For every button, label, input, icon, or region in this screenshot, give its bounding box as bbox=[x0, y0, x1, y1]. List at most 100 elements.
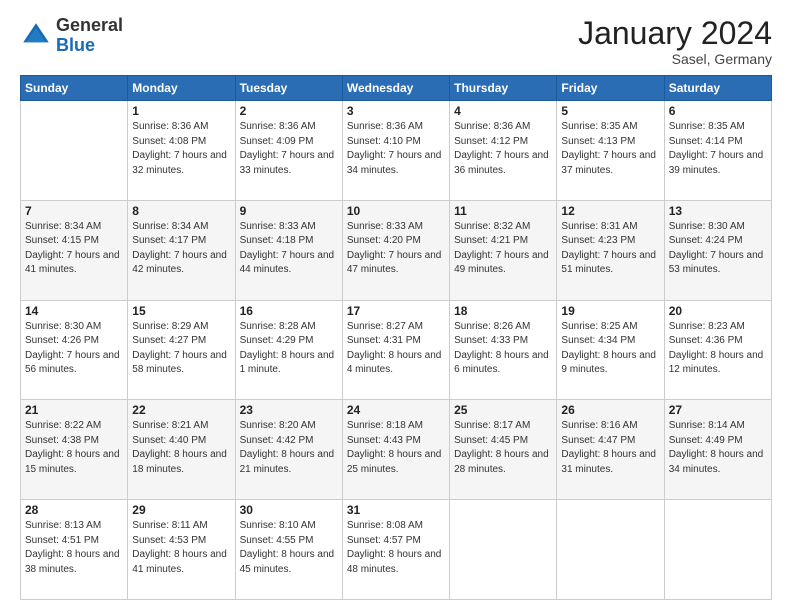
day-info: Sunrise: 8:35 AMSunset: 4:13 PMDaylight:… bbox=[561, 120, 659, 178]
day-number: 21 bbox=[25, 403, 123, 417]
day-info: Sunrise: 8:10 AMSunset: 4:55 PMDaylight:… bbox=[240, 519, 338, 577]
cell-0-4: 4 Sunrise: 8:36 AMSunset: 4:12 PMDayligh… bbox=[450, 101, 557, 201]
day-info: Sunrise: 8:35 AMSunset: 4:14 PMDaylight:… bbox=[669, 120, 767, 178]
day-info: Sunrise: 8:29 AMSunset: 4:27 PMDaylight:… bbox=[132, 320, 230, 378]
day-number: 4 bbox=[454, 104, 552, 118]
day-number: 17 bbox=[347, 304, 445, 318]
day-info: Sunrise: 8:32 AMSunset: 4:21 PMDaylight:… bbox=[454, 220, 552, 278]
day-info: Sunrise: 8:26 AMSunset: 4:33 PMDaylight:… bbox=[454, 320, 552, 378]
col-sunday: Sunday bbox=[21, 76, 128, 101]
day-info: Sunrise: 8:36 AMSunset: 4:10 PMDaylight:… bbox=[347, 120, 445, 178]
title-block: January 2024 Sasel, Germany bbox=[578, 16, 772, 67]
day-number: 29 bbox=[132, 503, 230, 517]
day-number: 15 bbox=[132, 304, 230, 318]
day-info: Sunrise: 8:17 AMSunset: 4:45 PMDaylight:… bbox=[454, 419, 552, 477]
page: General Blue January 2024 Sasel, Germany… bbox=[0, 0, 792, 612]
day-number: 7 bbox=[25, 204, 123, 218]
cell-4-1: 29 Sunrise: 8:11 AMSunset: 4:53 PMDaylig… bbox=[128, 500, 235, 600]
cell-4-3: 31 Sunrise: 8:08 AMSunset: 4:57 PMDaylig… bbox=[342, 500, 449, 600]
cell-4-2: 30 Sunrise: 8:10 AMSunset: 4:55 PMDaylig… bbox=[235, 500, 342, 600]
col-tuesday: Tuesday bbox=[235, 76, 342, 101]
day-info: Sunrise: 8:11 AMSunset: 4:53 PMDaylight:… bbox=[132, 519, 230, 577]
day-info: Sunrise: 8:36 AMSunset: 4:09 PMDaylight:… bbox=[240, 120, 338, 178]
cell-3-6: 27 Sunrise: 8:14 AMSunset: 4:49 PMDaylig… bbox=[664, 400, 771, 500]
cell-2-3: 17 Sunrise: 8:27 AMSunset: 4:31 PMDaylig… bbox=[342, 300, 449, 400]
day-info: Sunrise: 8:31 AMSunset: 4:23 PMDaylight:… bbox=[561, 220, 659, 278]
week-row-2: 14 Sunrise: 8:30 AMSunset: 4:26 PMDaylig… bbox=[21, 300, 772, 400]
day-info: Sunrise: 8:21 AMSunset: 4:40 PMDaylight:… bbox=[132, 419, 230, 477]
day-number: 24 bbox=[347, 403, 445, 417]
day-number: 19 bbox=[561, 304, 659, 318]
cell-2-2: 16 Sunrise: 8:28 AMSunset: 4:29 PMDaylig… bbox=[235, 300, 342, 400]
day-number: 16 bbox=[240, 304, 338, 318]
day-info: Sunrise: 8:28 AMSunset: 4:29 PMDaylight:… bbox=[240, 320, 338, 378]
cell-0-6: 6 Sunrise: 8:35 AMSunset: 4:14 PMDayligh… bbox=[664, 101, 771, 201]
logo: General Blue bbox=[20, 16, 123, 56]
col-wednesday: Wednesday bbox=[342, 76, 449, 101]
cell-4-6 bbox=[664, 500, 771, 600]
cell-0-3: 3 Sunrise: 8:36 AMSunset: 4:10 PMDayligh… bbox=[342, 101, 449, 201]
col-friday: Friday bbox=[557, 76, 664, 101]
cell-2-5: 19 Sunrise: 8:25 AMSunset: 4:34 PMDaylig… bbox=[557, 300, 664, 400]
week-row-4: 28 Sunrise: 8:13 AMSunset: 4:51 PMDaylig… bbox=[21, 500, 772, 600]
cell-3-0: 21 Sunrise: 8:22 AMSunset: 4:38 PMDaylig… bbox=[21, 400, 128, 500]
day-number: 31 bbox=[347, 503, 445, 517]
cell-0-5: 5 Sunrise: 8:35 AMSunset: 4:13 PMDayligh… bbox=[557, 101, 664, 201]
day-info: Sunrise: 8:16 AMSunset: 4:47 PMDaylight:… bbox=[561, 419, 659, 477]
day-number: 28 bbox=[25, 503, 123, 517]
cell-3-3: 24 Sunrise: 8:18 AMSunset: 4:43 PMDaylig… bbox=[342, 400, 449, 500]
day-info: Sunrise: 8:08 AMSunset: 4:57 PMDaylight:… bbox=[347, 519, 445, 577]
calendar-header-row: Sunday Monday Tuesday Wednesday Thursday… bbox=[21, 76, 772, 101]
cell-0-2: 2 Sunrise: 8:36 AMSunset: 4:09 PMDayligh… bbox=[235, 101, 342, 201]
day-number: 10 bbox=[347, 204, 445, 218]
day-info: Sunrise: 8:27 AMSunset: 4:31 PMDaylight:… bbox=[347, 320, 445, 378]
cell-1-3: 10 Sunrise: 8:33 AMSunset: 4:20 PMDaylig… bbox=[342, 200, 449, 300]
calendar-table: Sunday Monday Tuesday Wednesday Thursday… bbox=[20, 75, 772, 600]
day-info: Sunrise: 8:33 AMSunset: 4:20 PMDaylight:… bbox=[347, 220, 445, 278]
day-number: 11 bbox=[454, 204, 552, 218]
header: General Blue January 2024 Sasel, Germany bbox=[20, 16, 772, 67]
week-row-1: 7 Sunrise: 8:34 AMSunset: 4:15 PMDayligh… bbox=[21, 200, 772, 300]
logo-icon bbox=[20, 20, 52, 52]
cell-0-0 bbox=[21, 101, 128, 201]
cell-4-5 bbox=[557, 500, 664, 600]
cell-4-0: 28 Sunrise: 8:13 AMSunset: 4:51 PMDaylig… bbox=[21, 500, 128, 600]
day-number: 26 bbox=[561, 403, 659, 417]
logo-general-text: General bbox=[56, 15, 123, 35]
day-info: Sunrise: 8:36 AMSunset: 4:12 PMDaylight:… bbox=[454, 120, 552, 178]
cell-1-6: 13 Sunrise: 8:30 AMSunset: 4:24 PMDaylig… bbox=[664, 200, 771, 300]
day-number: 27 bbox=[669, 403, 767, 417]
day-info: Sunrise: 8:13 AMSunset: 4:51 PMDaylight:… bbox=[25, 519, 123, 577]
day-info: Sunrise: 8:34 AMSunset: 4:15 PMDaylight:… bbox=[25, 220, 123, 278]
day-number: 25 bbox=[454, 403, 552, 417]
day-number: 1 bbox=[132, 104, 230, 118]
day-info: Sunrise: 8:22 AMSunset: 4:38 PMDaylight:… bbox=[25, 419, 123, 477]
day-info: Sunrise: 8:36 AMSunset: 4:08 PMDaylight:… bbox=[132, 120, 230, 178]
day-number: 23 bbox=[240, 403, 338, 417]
logo-text: General Blue bbox=[56, 16, 123, 56]
cell-1-2: 9 Sunrise: 8:33 AMSunset: 4:18 PMDayligh… bbox=[235, 200, 342, 300]
day-number: 30 bbox=[240, 503, 338, 517]
day-number: 6 bbox=[669, 104, 767, 118]
cell-2-6: 20 Sunrise: 8:23 AMSunset: 4:36 PMDaylig… bbox=[664, 300, 771, 400]
cell-3-1: 22 Sunrise: 8:21 AMSunset: 4:40 PMDaylig… bbox=[128, 400, 235, 500]
day-info: Sunrise: 8:23 AMSunset: 4:36 PMDaylight:… bbox=[669, 320, 767, 378]
day-number: 8 bbox=[132, 204, 230, 218]
day-number: 9 bbox=[240, 204, 338, 218]
logo-blue-text: Blue bbox=[56, 35, 95, 55]
day-info: Sunrise: 8:18 AMSunset: 4:43 PMDaylight:… bbox=[347, 419, 445, 477]
col-saturday: Saturday bbox=[664, 76, 771, 101]
col-thursday: Thursday bbox=[450, 76, 557, 101]
cell-0-1: 1 Sunrise: 8:36 AMSunset: 4:08 PMDayligh… bbox=[128, 101, 235, 201]
page-subtitle: Sasel, Germany bbox=[578, 51, 772, 67]
day-number: 20 bbox=[669, 304, 767, 318]
cell-1-1: 8 Sunrise: 8:34 AMSunset: 4:17 PMDayligh… bbox=[128, 200, 235, 300]
cell-3-5: 26 Sunrise: 8:16 AMSunset: 4:47 PMDaylig… bbox=[557, 400, 664, 500]
day-number: 13 bbox=[669, 204, 767, 218]
cell-3-2: 23 Sunrise: 8:20 AMSunset: 4:42 PMDaylig… bbox=[235, 400, 342, 500]
day-number: 3 bbox=[347, 104, 445, 118]
day-info: Sunrise: 8:33 AMSunset: 4:18 PMDaylight:… bbox=[240, 220, 338, 278]
page-title: January 2024 bbox=[578, 16, 772, 51]
day-number: 2 bbox=[240, 104, 338, 118]
day-number: 14 bbox=[25, 304, 123, 318]
